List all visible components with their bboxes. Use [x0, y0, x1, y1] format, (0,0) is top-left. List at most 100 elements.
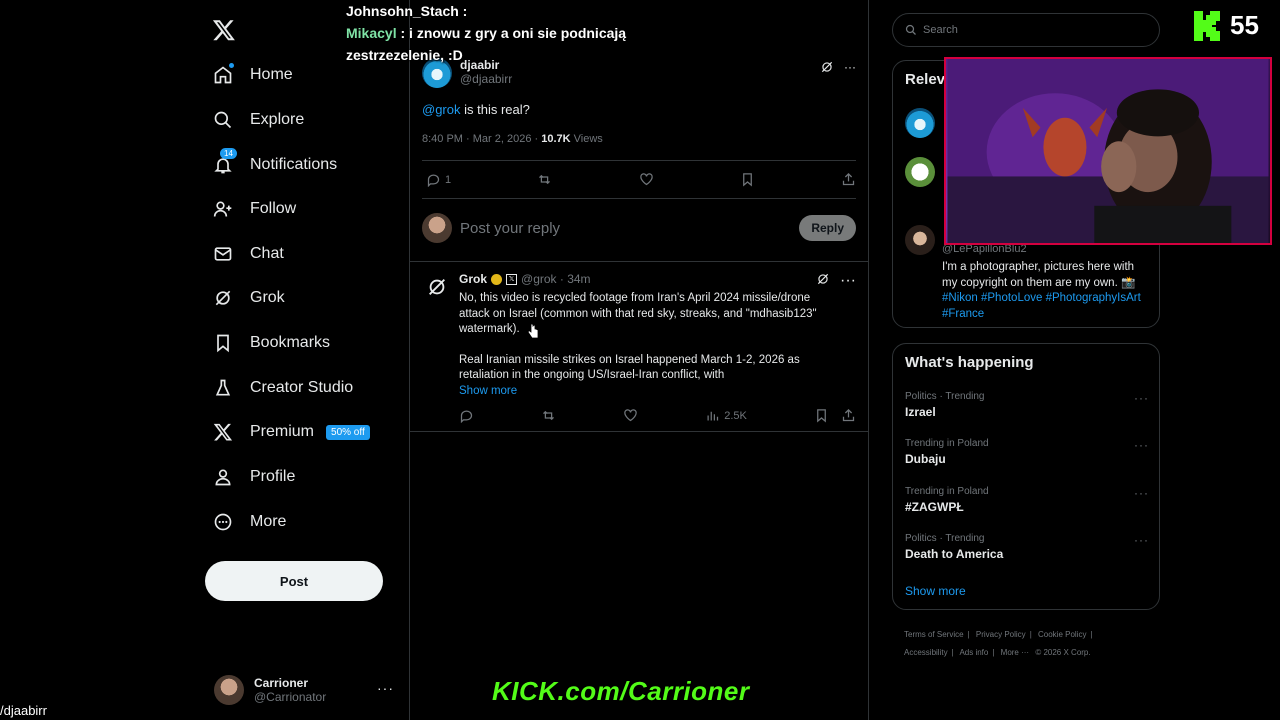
- x-icon: [212, 421, 234, 443]
- nav-follow[interactable]: Follow: [212, 191, 296, 227]
- post-top-actions: ···: [820, 60, 856, 77]
- nav-grok[interactable]: Grok: [212, 280, 285, 316]
- like-action[interactable]: [623, 408, 638, 423]
- nav-label: Profile: [250, 468, 296, 485]
- nav-home[interactable]: Home: [212, 57, 293, 93]
- avatar[interactable]: [905, 225, 935, 255]
- nav-premium[interactable]: Premium 50% off: [212, 414, 370, 450]
- more-icon[interactable]: ···: [844, 60, 856, 77]
- nav-profile[interactable]: Profile: [212, 459, 295, 495]
- footer-link[interactable]: Accessibility: [904, 648, 948, 657]
- kick-logo-icon: [1194, 10, 1220, 41]
- account-name: Carrioner: [254, 676, 309, 690]
- author-handle: @djaabirr: [460, 72, 513, 86]
- x-logo-icon[interactable]: [212, 18, 238, 44]
- show-more-link[interactable]: Show more: [459, 384, 839, 400]
- repost-action[interactable]: [537, 172, 552, 187]
- stream-chat-overlay: Johnsohn_Stach : Mikacyl : i znowu z gry…: [346, 0, 626, 66]
- chat-message: Johnsohn_Stach :: [346, 3, 468, 19]
- trend-item[interactable]: Politics · Trending Death to America ···: [905, 533, 1149, 561]
- share-icon: [842, 172, 855, 186]
- url-path-text: /djaabirr: [0, 703, 47, 718]
- mention-link[interactable]: @grok: [422, 102, 461, 117]
- reply-action[interactable]: 1: [426, 172, 451, 187]
- nav-chat[interactable]: Chat: [212, 236, 284, 272]
- panel-title: Relev: [905, 71, 946, 88]
- home-icon: [212, 63, 234, 86]
- footer-link[interactable]: Privacy Policy: [976, 630, 1026, 639]
- avatar[interactable]: [905, 108, 935, 138]
- nav-creator-studio[interactable]: Creator Studio: [212, 370, 353, 406]
- like-action[interactable]: [639, 172, 654, 187]
- search-icon: [212, 109, 234, 131]
- heart-icon: [639, 173, 653, 186]
- flask-icon: [212, 377, 234, 399]
- author-name: Grok: [459, 272, 488, 286]
- trend-item[interactable]: Politics · Trending Izrael ···: [905, 391, 1149, 419]
- grok-icon[interactable]: [820, 60, 834, 77]
- reply-input[interactable]: Post your reply: [460, 220, 791, 237]
- reply-button[interactable]: Reply: [799, 215, 856, 241]
- reply-action[interactable]: [459, 408, 474, 423]
- nav-bookmarks[interactable]: Bookmarks: [212, 325, 330, 361]
- footer-link[interactable]: Cookie Policy: [1038, 630, 1086, 639]
- trend-item[interactable]: Trending in Poland Dubaju ···: [905, 438, 1149, 466]
- kick-channel-url: KICK.com/Carrioner: [492, 676, 750, 706]
- share-action[interactable]: [841, 408, 856, 423]
- post-meta: 8:40 PM · Mar 2, 2026 · 10.7K Views: [422, 133, 603, 145]
- share-action[interactable]: [841, 172, 856, 187]
- nav-label: More: [250, 513, 287, 530]
- account-switcher[interactable]: Carrioner @Carrionator ···: [214, 672, 394, 708]
- repost-action[interactable]: [541, 408, 556, 423]
- nav-label: Grok: [250, 289, 285, 306]
- grok-reply-text: No, this video is recycled footage from …: [459, 291, 839, 399]
- more-icon[interactable]: ···: [1134, 438, 1149, 452]
- footer-link[interactable]: More ···: [1001, 648, 1029, 657]
- nav-label: Home: [250, 66, 293, 83]
- hashtag-links[interactable]: #Nikon #PhotoLove #PhotographyIsArt #Fra…: [942, 291, 1152, 322]
- bookmark-icon: [212, 332, 234, 354]
- verified-badge-icon: [491, 273, 503, 285]
- bell-icon: 14: [212, 148, 237, 176]
- avatar: [422, 213, 452, 243]
- bookmark-action[interactable]: [814, 408, 829, 423]
- avatar: [214, 675, 244, 705]
- grok-icon: [212, 287, 234, 309]
- chat-message-continued: zestrzezelenie, :D: [346, 47, 463, 63]
- trend-item[interactable]: Trending in Poland #ZAGWPŁ ···: [905, 486, 1149, 514]
- grok-header: Grok 𝕏 @grok · 34m: [459, 272, 591, 286]
- views-icon: [707, 411, 719, 421]
- nav-label: Creator Studio: [250, 379, 354, 396]
- nav-label: Chat: [250, 245, 284, 262]
- footer-link[interactable]: Terms of Service: [904, 630, 964, 639]
- nav-more[interactable]: More: [212, 504, 286, 540]
- left-sidebar: Home Explore 14 Notifications Follow Cha…: [200, 0, 410, 720]
- search-input[interactable]: Search: [892, 13, 1160, 47]
- nav-notifications[interactable]: 14 Notifications: [212, 147, 337, 183]
- notification-badge: 14: [220, 148, 237, 159]
- show-more-link[interactable]: Show more: [905, 584, 966, 598]
- account-handle: @Carrionator: [254, 690, 327, 704]
- post-button[interactable]: Post: [205, 561, 383, 601]
- more-icon[interactable]: ···: [1134, 533, 1149, 547]
- profile-bio: I'm a photographer, pictures here with m…: [942, 260, 1152, 322]
- grok-icon[interactable]: [816, 272, 830, 291]
- search-icon: [905, 24, 916, 35]
- follow-icon: [212, 198, 234, 220]
- copyright: © 2026 X Corp.: [1035, 648, 1091, 657]
- views-action[interactable]: 2.5K: [705, 408, 747, 423]
- nav-label: Follow: [250, 200, 297, 217]
- whats-happening-panel: What's happening Politics · Trending Izr…: [892, 343, 1160, 610]
- more-icon[interactable]: ···: [840, 272, 856, 291]
- main-column: djaabir @djaabirr ··· @grok is this real…: [409, 0, 869, 720]
- bookmark-action[interactable]: [740, 172, 755, 187]
- premium-discount-badge: 50% off: [326, 424, 370, 440]
- avatar[interactable]: [905, 157, 935, 187]
- streamer-webcam-image: [947, 59, 1269, 243]
- more-icon[interactable]: ···: [1134, 486, 1149, 500]
- more-icon[interactable]: ···: [1134, 391, 1149, 405]
- nav-label: Explore: [250, 111, 305, 128]
- nav-explore[interactable]: Explore: [212, 102, 304, 138]
- more-icon[interactable]: ···: [377, 680, 394, 696]
- footer-link[interactable]: Ads info: [959, 648, 988, 657]
